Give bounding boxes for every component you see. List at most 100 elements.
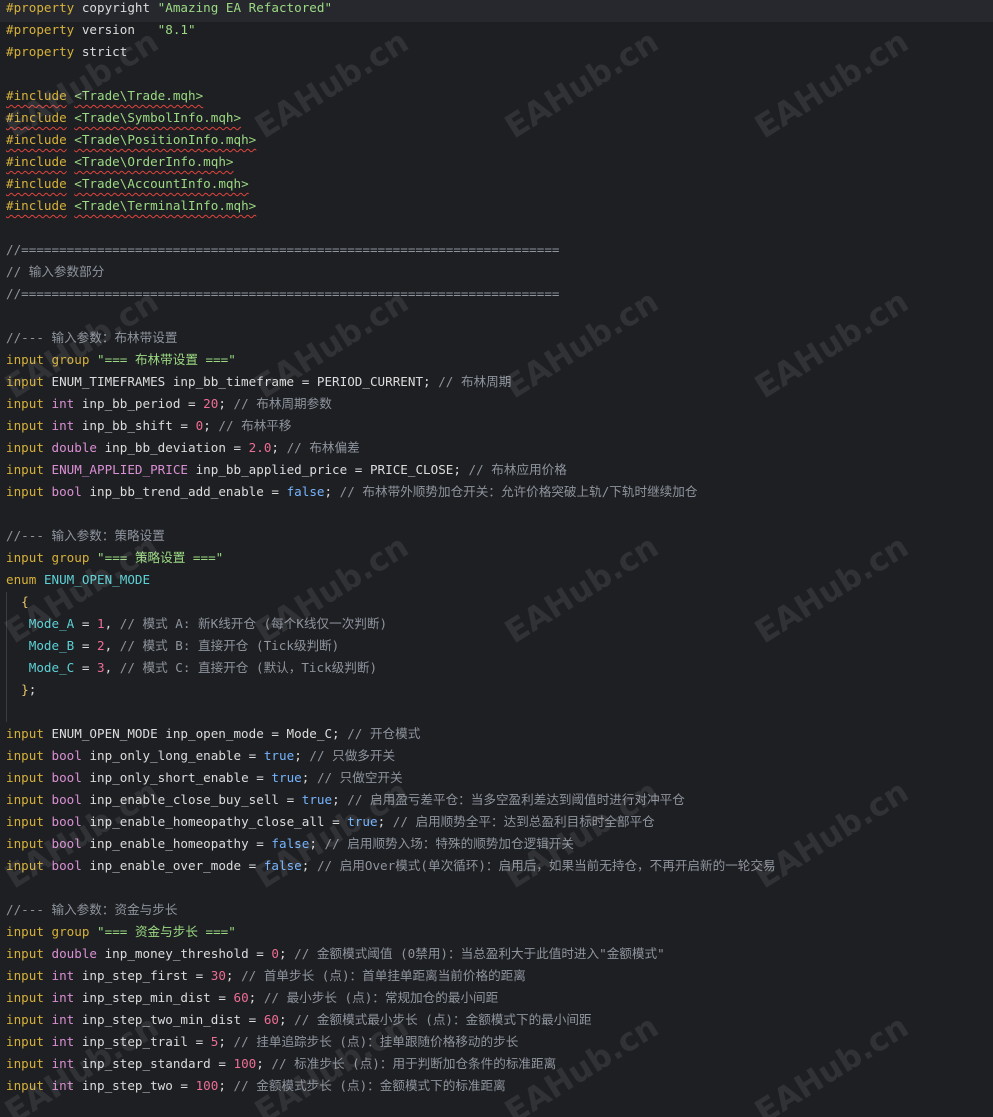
code-line[interactable]: input int inp_step_two_min_dist = 60; //…: [6, 1012, 592, 1034]
code-token: double: [51, 440, 98, 455]
code-token: #property: [6, 44, 75, 59]
code-line[interactable]: input bool inp_enable_close_buy_sell = t…: [6, 792, 685, 814]
code-line[interactable]: input group "=== 策略设置 ===": [6, 550, 223, 572]
code-line[interactable]: #include <Trade\Trade.mqh>: [6, 88, 203, 110]
code-token: //--- 输入参数：策略设置: [6, 528, 165, 543]
code-line[interactable]: input bool inp_only_short_enable = true;…: [6, 770, 403, 792]
code-token: input: [6, 836, 44, 851]
code-token: // 只做多开关: [309, 748, 396, 763]
code-token: // 布林平移: [218, 418, 292, 433]
code-line[interactable]: #property strict: [6, 44, 127, 66]
code-token: inp_step_first =: [74, 968, 211, 983]
code-line[interactable]: #include <Trade\SymbolInfo.mqh>: [6, 110, 241, 132]
code-token: 2.0: [248, 440, 272, 455]
code-token: input: [6, 1078, 44, 1093]
code-token: input: [6, 440, 44, 455]
code-token: input: [6, 1034, 44, 1049]
code-token: Mode_A: [28, 616, 75, 631]
code-line[interactable]: input double inp_bb_deviation = 2.0; // …: [6, 440, 360, 462]
code-token: ;: [28, 682, 37, 697]
code-token: #property: [6, 22, 75, 37]
code-line[interactable]: input int inp_step_trail = 5; // 挂单追踪步长 …: [6, 1034, 518, 1056]
code-token: inp_bb_period =: [74, 396, 204, 411]
code-token: ;: [248, 990, 264, 1005]
code-token: ENUM_OPEN_MODE inp_open_mode = Mode_C;: [43, 726, 348, 741]
code-token: inp_bb_applied_price = PRICE_CLOSE;: [188, 462, 469, 477]
code-token: int: [51, 1012, 75, 1027]
code-line[interactable]: input bool inp_enable_over_mode = false;…: [6, 858, 776, 880]
code-line[interactable]: input int inp_step_first = 30; // 首单步长 (…: [6, 968, 526, 990]
code-token: <Trade\SymbolInfo.mqh>: [74, 110, 242, 125]
code-token: //--- 输入参数：布林带设置: [6, 330, 178, 345]
code-token: ;: [301, 770, 317, 785]
code-token: input: [6, 550, 44, 565]
code-line[interactable]: {: [6, 594, 29, 616]
code-token: // 模式 C: 直接开仓 (默认，Tick级判断): [119, 660, 378, 675]
code-token: version: [74, 22, 158, 37]
code-line[interactable]: //======================================…: [6, 286, 560, 308]
code-token: 30: [210, 968, 226, 983]
code-token: ;: [294, 748, 310, 763]
code-token: false: [263, 858, 302, 873]
code-line[interactable]: input bool inp_enable_homeopathy_close_a…: [6, 814, 655, 836]
code-token: #property: [6, 0, 75, 15]
code-token: ;: [203, 418, 219, 433]
code-line[interactable]: };: [6, 682, 36, 704]
code-line[interactable]: input group "=== 布林带设置 ===": [6, 352, 236, 374]
code-token: int: [51, 1056, 75, 1071]
code-line[interactable]: input int inp_bb_period = 20; // 布林周期参数: [6, 396, 332, 418]
code-line[interactable]: input bool inp_only_long_enable = true; …: [6, 748, 395, 770]
code-line[interactable]: #include <Trade\OrderInfo.mqh>: [6, 154, 234, 176]
code-line[interactable]: #include <Trade\TerminalInfo.mqh>: [6, 198, 256, 220]
code-line[interactable]: input int inp_bb_shift = 0; // 布林平移: [6, 418, 291, 440]
code-token: ENUM_TIMEFRAMES inp_bb_timeframe = PERIO…: [43, 374, 439, 389]
code-token: input: [6, 484, 44, 499]
code-line[interactable]: #property copyright "Amazing EA Refactor…: [0, 0, 993, 22]
code-token: // 启用顺势全平：达到总盈利目标时全部平仓: [392, 814, 655, 829]
code-line[interactable]: Mode_B = 2, // 模式 B: 直接开仓 (Tick级判断): [6, 638, 340, 660]
code-line[interactable]: input group "=== 资金与步长 ===": [6, 924, 236, 946]
code-line[interactable]: Mode_C = 3, // 模式 C: 直接开仓 (默认，Tick级判断): [6, 660, 377, 682]
code-line[interactable]: enum ENUM_OPEN_MODE: [6, 572, 150, 594]
code-line[interactable]: //--- 输入参数：资金与步长: [6, 902, 177, 924]
code-line[interactable]: //--- 输入参数：策略设置: [6, 528, 165, 550]
code-token: group: [51, 924, 90, 939]
code-token: enum: [6, 572, 37, 587]
code-token: // 启用顺势入场：特殊的顺势加仓逻辑开关: [324, 836, 574, 851]
code-line[interactable]: input double inp_money_threshold = 0; //…: [6, 946, 665, 968]
code-line[interactable]: Mode_A = 1, // 模式 A: 新K线开仓 (每个K线仅一次判断): [6, 616, 387, 638]
code-line[interactable]: input ENUM_OPEN_MODE inp_open_mode = Mod…: [6, 726, 420, 748]
code-token: // 首单步长 (点)：首单挂单距离当前价格的距离: [241, 968, 526, 983]
code-token: group: [51, 352, 90, 367]
code-line[interactable]: input int inp_step_standard = 100; // 标准…: [6, 1056, 556, 1078]
code-line[interactable]: input bool inp_bb_trend_add_enable = fal…: [6, 484, 697, 506]
code-line[interactable]: // 输入参数部分: [6, 264, 104, 286]
code-token: ENUM_OPEN_MODE: [43, 572, 151, 587]
code-line[interactable]: input int inp_step_min_dist = 60; // 最小步…: [6, 990, 498, 1012]
code-token: inp_bb_trend_add_enable =: [81, 484, 287, 499]
code-token: =: [74, 616, 97, 631]
code-line[interactable]: #property version "8.1": [6, 22, 196, 44]
code-line[interactable]: #include <Trade\PositionInfo.mqh>: [6, 132, 256, 154]
code-editor[interactable]: #property copyright "Amazing EA Refactor…: [0, 0, 993, 1117]
code-line[interactable]: input ENUM_TIMEFRAMES inp_bb_timeframe =…: [6, 374, 511, 396]
code-token: // 开仓模式: [347, 726, 421, 741]
code-line[interactable]: //======================================…: [6, 242, 560, 264]
code-token: int: [51, 1034, 75, 1049]
code-token: #include: [6, 132, 67, 147]
code-token: ;: [279, 1012, 295, 1027]
code-line[interactable]: input int inp_step_two = 100; // 金额模式步长 …: [6, 1078, 506, 1100]
code-line[interactable]: input bool inp_enable_homeopathy = false…: [6, 836, 574, 858]
code-line[interactable]: #include <Trade\AccountInfo.mqh>: [6, 176, 249, 198]
code-line[interactable]: //--- 输入参数：布林带设置: [6, 330, 177, 352]
code-line[interactable]: input ENUM_APPLIED_PRICE inp_bb_applied_…: [6, 462, 567, 484]
